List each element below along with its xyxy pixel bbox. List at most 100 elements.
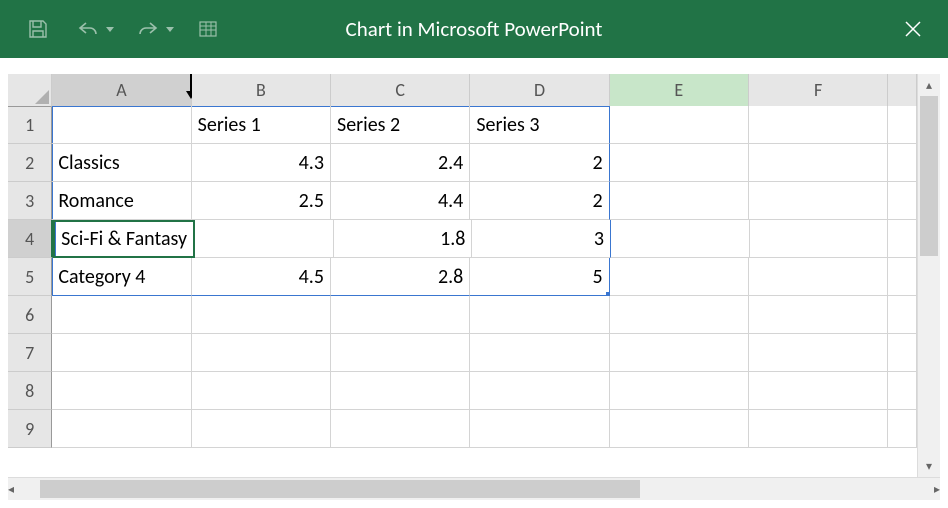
row-header-9[interactable]: 9 xyxy=(8,410,52,448)
cell-D3[interactable]: 2 xyxy=(470,182,609,220)
cell-F5[interactable] xyxy=(749,258,888,296)
row-header-8[interactable]: 8 xyxy=(8,372,52,410)
cell-G8[interactable] xyxy=(888,372,917,410)
cell-G1[interactable] xyxy=(888,106,917,144)
cell-F4[interactable] xyxy=(750,220,889,258)
customize-qat-button[interactable] xyxy=(192,13,224,45)
cell-B2[interactable]: 4.3 xyxy=(192,144,331,182)
row-header-6[interactable]: 6 xyxy=(8,296,52,334)
cell-G4[interactable] xyxy=(888,220,917,258)
cell-G6[interactable] xyxy=(888,296,917,334)
row-header-5[interactable]: 5 xyxy=(8,258,52,296)
cell-G9[interactable] xyxy=(888,410,917,448)
cell-C4[interactable]: 1.8 xyxy=(334,220,473,258)
column-header-A[interactable]: A xyxy=(52,74,191,107)
undo-dropdown-icon[interactable] xyxy=(106,27,114,32)
cell-A3[interactable]: Romance xyxy=(52,182,191,220)
cell-D6[interactable] xyxy=(470,296,609,334)
cell-E9[interactable] xyxy=(610,410,749,448)
cell-E4[interactable] xyxy=(611,220,750,258)
cell-D9[interactable] xyxy=(470,410,609,448)
cell-B5[interactable]: 4.5 xyxy=(192,258,331,296)
cell-C6[interactable] xyxy=(331,296,470,334)
cell-A4-editing[interactable]: Sci-Fi & Fantasy xyxy=(53,220,195,258)
cell-F1[interactable] xyxy=(749,106,888,144)
cell-C3[interactable]: 4.4 xyxy=(331,182,470,220)
cell-A5[interactable]: Category 4 xyxy=(52,258,191,296)
cell-B1[interactable]: Series 1 xyxy=(192,106,331,144)
cell-C8[interactable] xyxy=(331,372,470,410)
cell-A9[interactable] xyxy=(52,410,191,448)
column-header-B[interactable]: B xyxy=(192,74,331,107)
cell-A1[interactable] xyxy=(52,106,191,144)
row-header-2[interactable]: 2 xyxy=(8,144,52,182)
cell-F9[interactable] xyxy=(749,410,888,448)
titlebar: Chart in Microsoft PowerPoint xyxy=(0,0,948,58)
cell-F8[interactable] xyxy=(749,372,888,410)
vertical-scroll-track[interactable] xyxy=(918,96,940,455)
column-header-E[interactable]: E xyxy=(610,74,749,108)
cell-E3[interactable] xyxy=(610,182,749,220)
row-header-7[interactable]: 7 xyxy=(8,334,52,372)
row-header-3[interactable]: 3 xyxy=(8,182,52,220)
column-header-D[interactable]: D xyxy=(470,74,609,107)
cell-E2[interactable] xyxy=(610,144,749,182)
vertical-scrollbar[interactable]: ▴ ▾ xyxy=(917,74,940,477)
vertical-scroll-thumb[interactable] xyxy=(920,96,938,256)
undo-button[interactable] xyxy=(72,13,104,45)
cell-D8[interactable] xyxy=(470,372,609,410)
cell-F7[interactable] xyxy=(749,334,888,372)
cell-C9[interactable] xyxy=(331,410,470,448)
cell-F2[interactable] xyxy=(749,144,888,182)
cell-B9[interactable] xyxy=(192,410,331,448)
redo-dropdown-icon[interactable] xyxy=(166,27,174,32)
cell-D7[interactable] xyxy=(470,334,609,372)
cell-E1[interactable] xyxy=(610,106,749,144)
cell-F3[interactable] xyxy=(749,182,888,220)
save-button[interactable] xyxy=(22,13,54,45)
cell-C7[interactable] xyxy=(331,334,470,372)
horizontal-scroll-thumb[interactable] xyxy=(40,480,640,498)
cell-E6[interactable] xyxy=(610,296,749,334)
cell-E8[interactable] xyxy=(610,372,749,410)
scroll-down-button[interactable]: ▾ xyxy=(918,455,940,477)
quick-access-toolbar xyxy=(0,13,224,45)
cell-C2[interactable]: 2.4 xyxy=(331,144,470,182)
cell-B3[interactable]: 2.5 xyxy=(192,182,331,220)
cell-E5[interactable] xyxy=(610,258,749,296)
cell-E7[interactable] xyxy=(610,334,749,372)
cell-G7[interactable] xyxy=(888,334,917,372)
redo-button[interactable] xyxy=(132,13,164,45)
cell-B8[interactable] xyxy=(192,372,331,410)
column-header-C[interactable]: C xyxy=(331,74,470,107)
row-header-4[interactable]: 4 xyxy=(8,220,53,258)
scroll-up-button[interactable]: ▴ xyxy=(918,74,940,96)
cell-D4[interactable]: 3 xyxy=(472,220,611,258)
cell-G2[interactable] xyxy=(888,144,917,182)
cell-B6[interactable] xyxy=(192,296,331,334)
horizontal-scroll-track[interactable] xyxy=(14,478,934,500)
cell-F6[interactable] xyxy=(749,296,888,334)
row-header-1[interactable]: 1 xyxy=(8,106,52,144)
horizontal-scrollbar[interactable]: ◂ ▸ xyxy=(8,477,940,500)
close-button[interactable] xyxy=(884,0,942,58)
column-header-overflow xyxy=(888,74,917,107)
scroll-right-button[interactable]: ▸ xyxy=(934,478,940,500)
cell-C5[interactable]: 2.8 xyxy=(331,258,470,296)
cell-C1[interactable]: Series 2 xyxy=(331,106,470,144)
cell-A8[interactable] xyxy=(52,372,191,410)
column-headers: A B C D E F xyxy=(8,74,917,106)
column-header-F[interactable]: F xyxy=(749,74,888,107)
excel-chart-data-window: Chart in Microsoft PowerPoint A B C D E … xyxy=(0,0,948,508)
cell-G5[interactable] xyxy=(888,258,917,296)
select-all-corner[interactable] xyxy=(8,74,52,107)
cell-G3[interactable] xyxy=(888,182,917,220)
cell-D2[interactable]: 2 xyxy=(470,144,609,182)
cell-B7[interactable] xyxy=(192,334,331,372)
cell-B4[interactable] xyxy=(195,220,334,258)
cell-D5[interactable]: 5 xyxy=(470,258,609,296)
cell-A6[interactable] xyxy=(52,296,191,334)
cell-A2[interactable]: Classics xyxy=(52,144,191,182)
cell-D1[interactable]: Series 3 xyxy=(470,106,609,144)
cell-A7[interactable] xyxy=(52,334,191,372)
